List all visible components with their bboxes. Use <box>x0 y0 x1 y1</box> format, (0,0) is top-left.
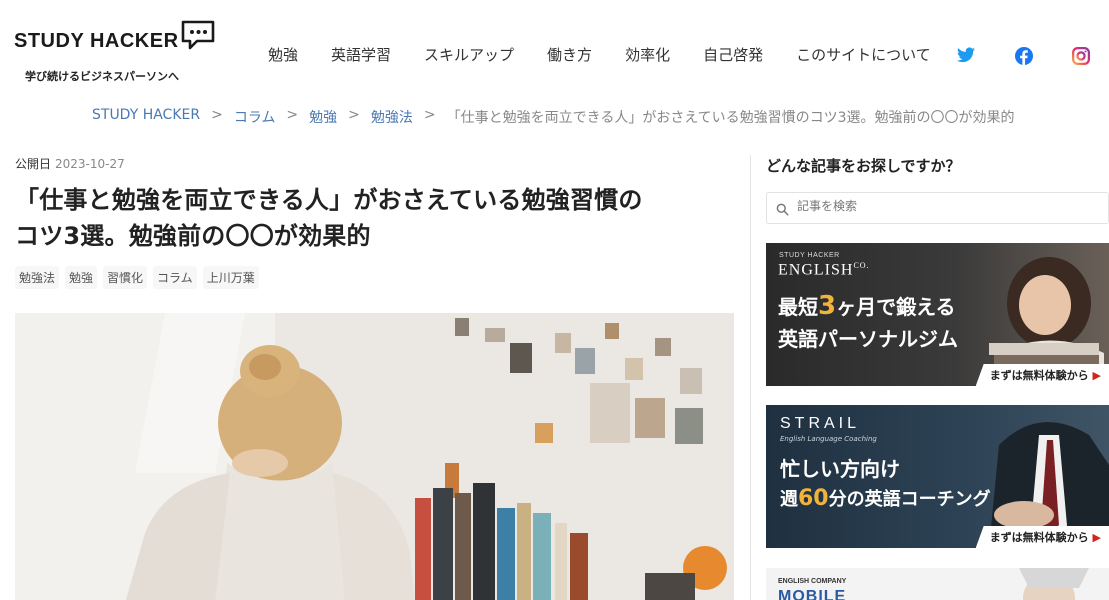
article: 公開日 2023-10-27 「仕事と勉強を両立できる人」がおさえている勉強習慣の… <box>15 155 735 600</box>
banner2-headline: 忙しい方向け <box>780 457 900 481</box>
nav-item-efficiency[interactable]: 効率化 <box>625 44 670 65</box>
banner1-cta-label: まずは無料体験から <box>989 369 1089 382</box>
site-header: STUDY HACKER 学び続けるビジネスパーソンへ 勉強 英語学習 スキルア… <box>0 0 1109 92</box>
banner1-cta[interactable]: まずは無料体験から ▶ <box>975 364 1109 386</box>
logo-tagline: 学び続けるビジネスパーソンへ <box>25 70 179 83</box>
banner1-headline-a: 最短 <box>778 295 818 319</box>
nav-item-skillup[interactable]: スキルアップ <box>424 44 514 65</box>
breadcrumb-current: 「仕事と勉強を両立できる人」がおさえている勉強習慣のコツ3選。勉強前の〇〇が効果… <box>446 110 1015 126</box>
banner3-brand-small: ENGLISH COMPANY <box>778 578 847 585</box>
nav-item-english[interactable]: 英語学習 <box>331 44 391 65</box>
tag-study-method[interactable]: 勉強法 <box>15 266 60 289</box>
nav-item-about[interactable]: このサイトについて <box>796 44 931 65</box>
banner1-headline-b: ヶ月で鍛える <box>836 295 956 319</box>
banner2-brand: STRAIL <box>780 415 861 432</box>
twitter-icon[interactable] <box>957 47 975 63</box>
tag-habit[interactable]: 習慣化 <box>103 266 148 289</box>
banner2-subheadline-a: 週 <box>780 489 798 510</box>
speech-bubble-icon <box>181 20 215 54</box>
breadcrumb-separator: > <box>423 107 436 123</box>
banner2-cta[interactable]: まずは無料体験から ▶ <box>975 526 1109 548</box>
banner2-cta-label: まずは無料体験から <box>989 531 1089 544</box>
breadcrumb-study-method[interactable]: 勉強法 <box>371 107 413 127</box>
tag-list: 勉強法 勉強 習慣化 コラム 上川万葉 <box>15 266 735 289</box>
published-label: 公開日 <box>15 157 52 171</box>
play-arrow-icon: ▶ <box>1092 531 1101 544</box>
hero-image <box>15 313 734 600</box>
banner1-headline: 最短3ヶ月で鍛える <box>778 291 956 321</box>
breadcrumb-separator: > <box>286 107 299 123</box>
english-company-banner[interactable]: STUDY HACKER ENGLISHCO. 最短3ヶ月で鍛える 英語パーソナ… <box>766 243 1109 386</box>
nav-item-study[interactable]: 勉強 <box>268 44 298 65</box>
main-nav: 勉強 英語学習 スキルアップ 働き方 効率化 自己啓発 このサイトについて <box>268 44 964 65</box>
tag-author[interactable]: 上川万葉 <box>202 266 259 289</box>
column-divider <box>750 155 751 600</box>
tag-study[interactable]: 勉強 <box>65 266 98 289</box>
banner2-subheadline: 週60分の英語コーチング <box>780 485 991 511</box>
nav-item-work-style[interactable]: 働き方 <box>547 44 592 65</box>
banner1-subheadline: 英語パーソナルジム <box>778 327 958 351</box>
banner2-brand-sub: English Language Coaching <box>780 435 877 443</box>
site-logo[interactable]: STUDY HACKER 学び続けるビジネスパーソンへ <box>14 20 219 90</box>
play-arrow-icon: ▶ <box>1092 369 1101 382</box>
banner2-subheadline-b: 分の英語コーチング <box>828 489 991 510</box>
banner1-brand: ENGLISHCO. <box>778 261 870 279</box>
instagram-icon[interactable] <box>1072 47 1090 65</box>
tag-column[interactable]: コラム <box>153 266 197 289</box>
banner1-brand-name: ENGLISH <box>778 261 854 279</box>
breadcrumb-study[interactable]: 勉強 <box>309 107 337 127</box>
sidebar: どんな記事をお探しですか？ STUDY HACKER ENGLISHCO. 最短… <box>766 155 1109 600</box>
published-info: 公開日 2023-10-27 <box>15 155 735 172</box>
banner-person-illustration <box>1019 568 1089 600</box>
strail-banner[interactable]: STRAIL English Language Coaching 忙しい方向け … <box>766 405 1109 548</box>
breadcrumb: STUDY HACKER > コラム > 勉強 > 勉強法 > 「仕事と勉強を両… <box>92 107 1015 127</box>
article-title-line2: コツ3選。勉強前の〇〇が効果的 <box>15 222 371 250</box>
published-date: 2023-10-27 <box>55 157 125 171</box>
article-title-line1: 「仕事と勉強を両立できる人」がおさえている勉強習慣の <box>15 186 643 214</box>
breadcrumb-column[interactable]: コラム <box>234 107 276 127</box>
banner1-headline-number: 3 <box>818 291 837 321</box>
banner1-brand-suffix: CO. <box>853 261 870 270</box>
breadcrumb-separator: > <box>348 107 360 123</box>
search-box[interactable] <box>766 192 1109 224</box>
logo-text: STUDY HACKER <box>14 30 179 52</box>
facebook-icon[interactable] <box>1015 47 1033 65</box>
nav-item-self-development[interactable]: 自己啓発 <box>703 44 763 65</box>
search-input[interactable] <box>797 199 1097 213</box>
breadcrumb-home[interactable]: STUDY HACKER <box>92 107 200 127</box>
breadcrumb-separator: > <box>211 107 223 123</box>
banner1-brand-small: STUDY HACKER <box>779 252 840 259</box>
sidebar-search-heading: どんな記事をお探しですか？ <box>766 157 961 175</box>
banner3-brand: MOBILE <box>778 588 847 600</box>
search-icon <box>776 201 789 220</box>
article-title: 「仕事と勉強を両立できる人」がおさえている勉強習慣の コツ3選。勉強前の〇〇が効… <box>15 182 735 254</box>
banner2-subheadline-number: 60 <box>798 486 829 511</box>
english-company-mobile-banner[interactable]: ENGLISH COMPANY MOBILE <box>766 568 1109 600</box>
